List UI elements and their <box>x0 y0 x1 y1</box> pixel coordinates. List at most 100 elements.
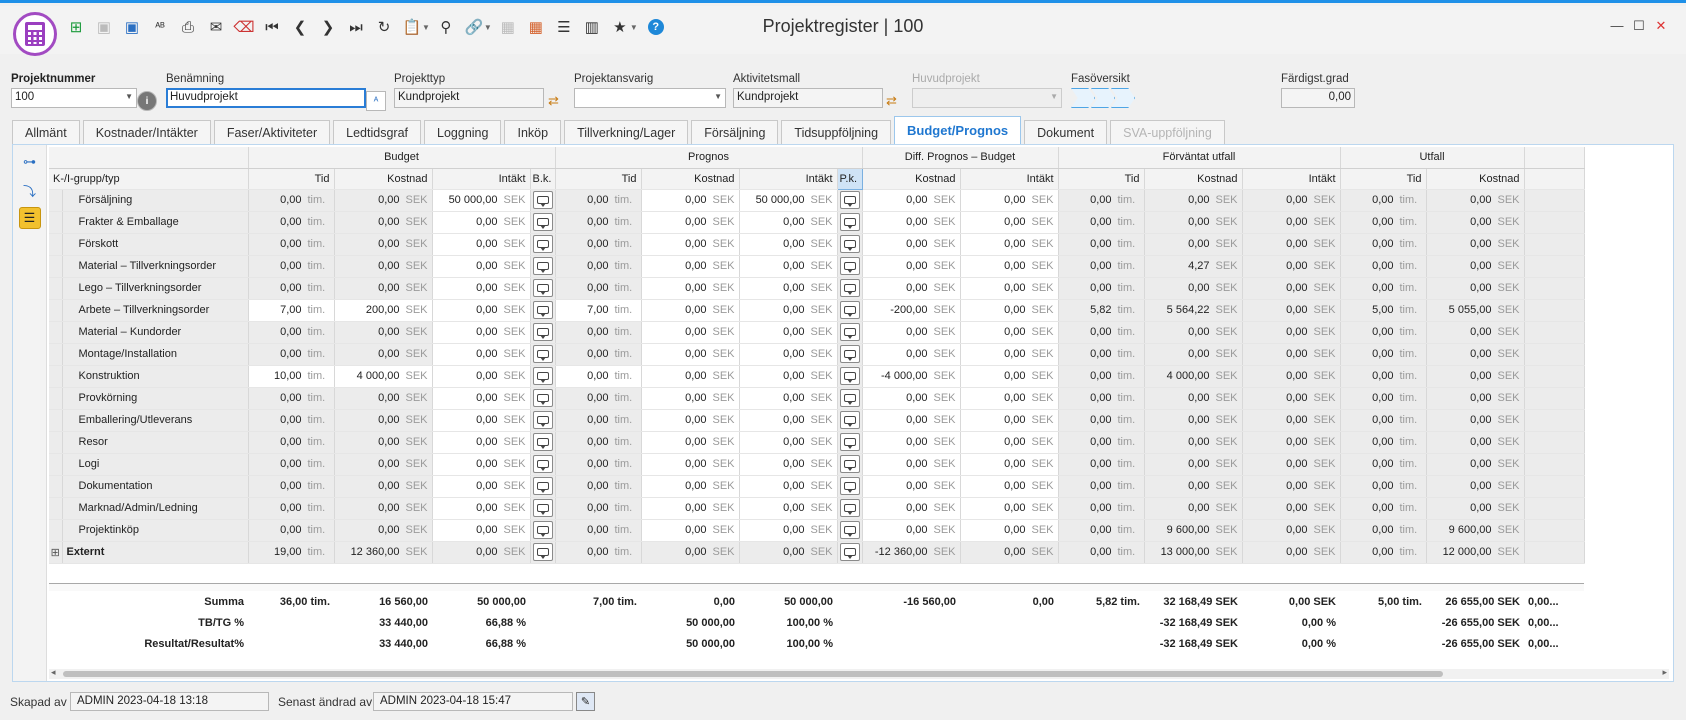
prognos-intakt-cell[interactable]: 0,00 SEK <box>739 321 838 344</box>
prognos-intakt-cell[interactable]: 0,00 SEK <box>739 343 838 366</box>
prognos-kostnad-cell[interactable]: 0,00 SEK <box>641 365 740 388</box>
comment-icon[interactable] <box>532 477 553 495</box>
tab-allmänt[interactable]: Allmänt <box>12 120 80 144</box>
budget-intakt-cell[interactable]: 0,00 SEK <box>432 255 531 278</box>
print-icon[interactable]: ⎙ <box>176 16 200 38</box>
budget-tid-cell[interactable]: 0,00 tim. <box>248 255 335 278</box>
budget-intakt-cell[interactable]: 0,00 SEK <box>432 431 531 454</box>
prognos-kostnad-cell[interactable]: 0,00 SEK <box>641 343 740 366</box>
prognos-intakt-cell[interactable]: 0,00 SEK <box>739 255 838 278</box>
budget-kostnad-cell[interactable]: 0,00 SEK <box>334 277 433 300</box>
prognos-tid-cell[interactable]: 0,00 tim. <box>555 255 642 278</box>
tab-loggning[interactable]: Loggning <box>424 120 502 144</box>
comment-icon[interactable] <box>532 235 553 253</box>
budget-tid-cell[interactable]: 0,00 tim. <box>248 409 335 432</box>
layers-icon[interactable]: ☰ <box>18 207 41 229</box>
budget-kostnad-cell[interactable]: 0,00 SEK <box>334 189 433 212</box>
tab-ledtidsgraf[interactable]: Ledtidsgraf <box>333 120 422 144</box>
prognos-comment-button[interactable] <box>837 189 863 212</box>
budget-comment-button[interactable] <box>530 299 556 322</box>
prognos-kostnad-cell[interactable]: 0,00 SEK <box>641 453 740 476</box>
prognos-tid-cell[interactable]: 0,00 tim. <box>555 343 642 366</box>
apps-icon[interactable]: ▦ <box>524 16 548 38</box>
prognos-kostnad-cell[interactable]: 0,00 SEK <box>641 255 740 278</box>
close-icon[interactable]: ✕ <box>1650 18 1672 34</box>
horizontal-scrollbar[interactable]: ◂ ▸ <box>49 667 1669 679</box>
tab-sva-uppföljning[interactable]: SVA-uppföljning <box>1110 120 1225 144</box>
favorite-icon[interactable]: ★ <box>608 16 632 38</box>
clipboard-dropdown-icon[interactable]: ▼ <box>422 23 430 32</box>
table-row[interactable]: Projektinköp 0,00 tim. 0,00 SEK 0,00 SEK 0,00 ti… <box>49 519 1585 542</box>
tree-structure-icon[interactable]: ⊶ <box>19 151 41 173</box>
clipboard-icon[interactable]: 📋 <box>400 16 424 38</box>
prognos-kostnad-cell[interactable]: 0,00 SEK <box>641 519 740 542</box>
table-row[interactable]: Frakter & Emballage 0,00 tim. 0,00 SEK 0,00 SE… <box>49 211 1585 234</box>
prognos-intakt-cell[interactable]: 0,00 SEK <box>739 497 838 520</box>
swap-arrows-icon[interactable]: ⇄ <box>886 93 897 109</box>
budget-comment-button[interactable] <box>530 321 556 344</box>
tab-inköp[interactable]: Inköp <box>504 120 562 144</box>
comment-icon[interactable] <box>839 455 860 473</box>
budget-tid-cell[interactable]: 0,00 tim. <box>248 431 335 454</box>
table-row[interactable]: Material – Tillverkningsorder 0,00 tim. 0,0… <box>49 255 1585 278</box>
save-as-icon[interactable]: ▣ <box>120 16 144 38</box>
budget-comment-button[interactable] <box>530 277 556 300</box>
delete-icon[interactable]: ⌫ <box>232 16 256 38</box>
budget-intakt-cell[interactable]: 0,00 SEK <box>432 453 531 476</box>
fardigstgrad-input[interactable]: 0,00 <box>1281 88 1355 108</box>
prognos-tid-cell[interactable]: 0,00 tim. <box>555 189 642 212</box>
budget-intakt-cell[interactable]: 0,00 SEK <box>432 321 531 344</box>
budget-tid-cell[interactable]: 7,00 tim. <box>248 299 335 322</box>
budget-comment-button[interactable] <box>530 343 556 366</box>
prognos-intakt-cell[interactable]: 0,00 SEK <box>739 519 838 542</box>
settings-icon[interactable]: ☰ <box>552 16 576 38</box>
budget-tid-cell[interactable]: 0,00 tim. <box>248 475 335 498</box>
col-header-intakt[interactable]: Intäkt <box>739 168 838 190</box>
col-header-tid[interactable]: Tid <box>248 168 335 190</box>
prognos-comment-button[interactable] <box>837 233 863 256</box>
prognos-kostnad-cell[interactable]: 0,00 SEK <box>641 189 740 212</box>
prognos-kostnad-cell[interactable]: 0,00 SEK <box>641 233 740 256</box>
link-icon[interactable]: 🔗 <box>462 16 486 38</box>
table-row[interactable]: Lego – Tillverkningsorder 0,00 tim. 0,00 SEK… <box>49 277 1585 300</box>
edit-icon[interactable]: ✎ <box>576 692 595 711</box>
prognos-intakt-cell[interactable]: 0,00 SEK <box>739 211 838 234</box>
tab-dokument[interactable]: Dokument <box>1024 120 1108 144</box>
search-icon[interactable]: ⚲ <box>434 16 458 38</box>
last-record-icon[interactable]: ⏭ <box>344 16 368 38</box>
comment-icon[interactable] <box>839 301 860 319</box>
table-row[interactable]: Arbete – Tillverkningsorder 7,00 tim. 200,0… <box>49 299 1585 322</box>
prognos-comment-button[interactable] <box>837 409 863 432</box>
prognos-tid-cell[interactable]: 0,00 tim. <box>555 233 642 256</box>
comment-icon[interactable] <box>532 257 553 275</box>
col-header-group[interactable]: K-/I-grupp/typ <box>49 168 249 190</box>
chevron-down-icon[interactable]: ▼ <box>1050 92 1058 101</box>
comment-icon[interactable] <box>532 301 553 319</box>
budget-intakt-cell[interactable]: 50 000,00 SEK <box>432 189 531 212</box>
prognos-comment-button[interactable] <box>837 321 863 344</box>
comment-icon[interactable] <box>839 279 860 297</box>
comment-icon[interactable] <box>532 389 553 407</box>
comment-icon[interactable] <box>839 257 860 275</box>
prognos-comment-button[interactable] <box>837 541 863 564</box>
table-row[interactable]: Förskott 0,00 tim. 0,00 SEK 0,00 SEK 0,00 tim. 0,… <box>49 233 1585 256</box>
prognos-tid-cell[interactable]: 0,00 tim. <box>555 211 642 234</box>
prognos-kostnad-cell[interactable]: 0,00 SEK <box>641 475 740 498</box>
prognos-intakt-cell[interactable]: 0,00 SEK <box>739 409 838 432</box>
table-row[interactable]: Emballering/Utleverans 0,00 tim. 0,00 SEK 0,0… <box>49 409 1585 432</box>
budget-intakt-cell[interactable]: 0,00 SEK <box>432 475 531 498</box>
budget-intakt-cell[interactable]: 0,00 SEK <box>432 387 531 410</box>
comment-icon[interactable] <box>532 323 553 341</box>
budget-intakt-cell[interactable]: 0,00 SEK <box>432 497 531 520</box>
prognos-comment-button[interactable] <box>837 255 863 278</box>
prognos-kostnad-cell[interactable]: 0,00 SEK <box>641 299 740 322</box>
budget-comment-button[interactable] <box>530 211 556 234</box>
prognos-tid-cell[interactable]: 0,00 tim. <box>555 321 642 344</box>
comment-icon[interactable] <box>532 213 553 231</box>
prognos-comment-button[interactable] <box>837 453 863 476</box>
prognos-tid-cell[interactable]: 0,00 tim. <box>555 497 642 520</box>
budget-intakt-cell[interactable]: 0,00 SEK <box>432 365 531 388</box>
prognos-kostnad-cell[interactable]: 0,00 SEK <box>641 277 740 300</box>
prognos-comment-button[interactable] <box>837 211 863 234</box>
budget-tid-cell[interactable]: 0,00 tim. <box>248 453 335 476</box>
